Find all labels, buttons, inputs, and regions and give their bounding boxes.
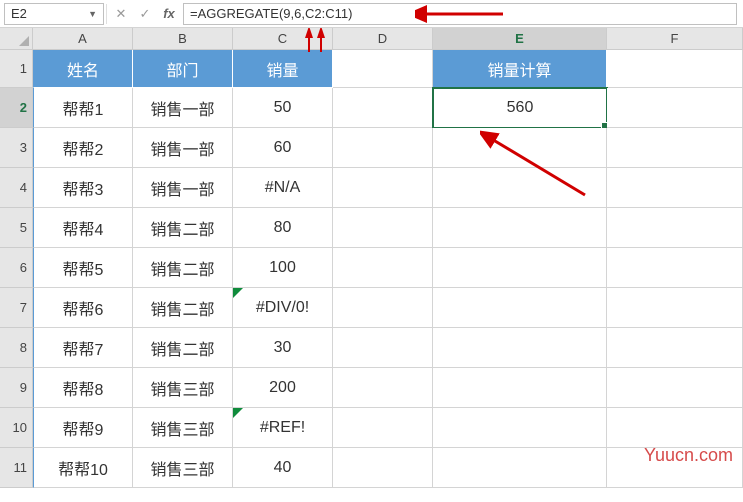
- row-header-7[interactable]: 7: [0, 288, 33, 328]
- cell-C1[interactable]: 销量: [233, 50, 333, 88]
- cell-A10[interactable]: 帮帮9: [33, 408, 133, 448]
- name-box[interactable]: E2 ▼: [4, 3, 104, 25]
- row-header-4[interactable]: 4: [0, 168, 33, 208]
- cell-A7[interactable]: 帮帮6: [33, 288, 133, 328]
- formula-text: =AGGREGATE(9,6,C2:C11): [190, 6, 352, 21]
- cell-A6[interactable]: 帮帮5: [33, 248, 133, 288]
- cell-A8[interactable]: 帮帮7: [33, 328, 133, 368]
- cell-C9[interactable]: 200: [233, 368, 333, 408]
- column-header-A[interactable]: A: [33, 28, 133, 50]
- cell-D9[interactable]: [333, 368, 433, 408]
- confirm-icon[interactable]: ✓: [133, 3, 157, 25]
- cell-B3[interactable]: 销售一部: [133, 128, 233, 168]
- separator: [106, 4, 107, 24]
- fx-icon[interactable]: fx: [157, 3, 181, 25]
- cell-C5[interactable]: 80: [233, 208, 333, 248]
- cell-C3[interactable]: 60: [233, 128, 333, 168]
- cell-A1[interactable]: 姓名: [33, 50, 133, 88]
- cell-F1[interactable]: [607, 50, 743, 88]
- cell-D1[interactable]: [333, 50, 433, 88]
- cancel-icon[interactable]: ✕: [109, 3, 133, 25]
- cell-C2[interactable]: 50: [233, 88, 333, 128]
- cell-C7[interactable]: #DIV/0!: [233, 288, 333, 328]
- formula-input[interactable]: =AGGREGATE(9,6,C2:C11): [183, 3, 737, 25]
- cell-A2[interactable]: 帮帮1: [33, 88, 133, 128]
- cell-F10[interactable]: [607, 408, 743, 448]
- cell-C4[interactable]: #N/A: [233, 168, 333, 208]
- cell-A11[interactable]: 帮帮10: [33, 448, 133, 488]
- row-header-1[interactable]: 1: [0, 50, 33, 88]
- dropdown-icon[interactable]: ▼: [88, 9, 97, 19]
- cell-F7[interactable]: [607, 288, 743, 328]
- name-box-value: E2: [11, 6, 27, 21]
- cell-B10[interactable]: 销售三部: [133, 408, 233, 448]
- cell-C6[interactable]: 100: [233, 248, 333, 288]
- column-header-D[interactable]: D: [333, 28, 433, 50]
- cell-E8[interactable]: [433, 328, 607, 368]
- column-header-B[interactable]: B: [133, 28, 233, 50]
- cell-D6[interactable]: [333, 248, 433, 288]
- cell-A4[interactable]: 帮帮3: [33, 168, 133, 208]
- row-header-5[interactable]: 5: [0, 208, 33, 248]
- cell-B1[interactable]: 部门: [133, 50, 233, 88]
- column-headers: ABCDEF: [33, 28, 743, 50]
- row-header-11[interactable]: 11: [0, 448, 33, 488]
- cell-F4[interactable]: [607, 168, 743, 208]
- row-header-10[interactable]: 10: [0, 408, 33, 448]
- cell-F2[interactable]: [607, 88, 743, 128]
- row-headers: 1234567891011: [0, 50, 33, 488]
- cell-D4[interactable]: [333, 168, 433, 208]
- cell-B8[interactable]: 销售二部: [133, 328, 233, 368]
- cell-C10[interactable]: #REF!: [233, 408, 333, 448]
- cell-F9[interactable]: [607, 368, 743, 408]
- cell-C8[interactable]: 30: [233, 328, 333, 368]
- cell-E7[interactable]: [433, 288, 607, 328]
- cell-D3[interactable]: [333, 128, 433, 168]
- cell-D10[interactable]: [333, 408, 433, 448]
- cell-E9[interactable]: [433, 368, 607, 408]
- cell-D8[interactable]: [333, 328, 433, 368]
- cell-B4[interactable]: 销售一部: [133, 168, 233, 208]
- cell-F5[interactable]: [607, 208, 743, 248]
- cell-F6[interactable]: [607, 248, 743, 288]
- cell-E5[interactable]: [433, 208, 607, 248]
- cell-C11[interactable]: 40: [233, 448, 333, 488]
- cell-E11[interactable]: [433, 448, 607, 488]
- cell-A9[interactable]: 帮帮8: [33, 368, 133, 408]
- cell-B5[interactable]: 销售二部: [133, 208, 233, 248]
- cell-E10[interactable]: [433, 408, 607, 448]
- cell-F8[interactable]: [607, 328, 743, 368]
- cell-B11[interactable]: 销售三部: [133, 448, 233, 488]
- column-header-E[interactable]: E: [433, 28, 607, 50]
- row-header-2[interactable]: 2: [0, 88, 33, 128]
- cell-B7[interactable]: 销售二部: [133, 288, 233, 328]
- cell-E4[interactable]: [433, 168, 607, 208]
- cell-E2[interactable]: 560: [433, 88, 607, 128]
- row-header-8[interactable]: 8: [0, 328, 33, 368]
- column-header-F[interactable]: F: [607, 28, 743, 50]
- cell-B2[interactable]: 销售一部: [133, 88, 233, 128]
- row-header-9[interactable]: 9: [0, 368, 33, 408]
- cell-D11[interactable]: [333, 448, 433, 488]
- cell-A3[interactable]: 帮帮2: [33, 128, 133, 168]
- cell-E1[interactable]: 销量计算: [433, 50, 607, 88]
- cell-E3[interactable]: [433, 128, 607, 168]
- row-header-3[interactable]: 3: [0, 128, 33, 168]
- formula-bar: E2 ▼ ✕ ✓ fx =AGGREGATE(9,6,C2:C11): [0, 0, 743, 28]
- select-all-corner[interactable]: [0, 28, 33, 50]
- cell-F3[interactable]: [607, 128, 743, 168]
- row-header-6[interactable]: 6: [0, 248, 33, 288]
- cells-area[interactable]: 姓名部门销量 销量计算帮帮1销售一部50 560 帮帮2销售一部60 帮帮3销售一部#N…: [33, 50, 743, 488]
- cell-D5[interactable]: [333, 208, 433, 248]
- cell-B6[interactable]: 销售二部: [133, 248, 233, 288]
- cell-E6[interactable]: [433, 248, 607, 288]
- cell-B9[interactable]: 销售三部: [133, 368, 233, 408]
- cell-A5[interactable]: 帮帮4: [33, 208, 133, 248]
- watermark: Yuucn.com: [644, 445, 733, 466]
- cell-D2[interactable]: [333, 88, 433, 128]
- cell-D7[interactable]: [333, 288, 433, 328]
- column-header-C[interactable]: C: [233, 28, 333, 50]
